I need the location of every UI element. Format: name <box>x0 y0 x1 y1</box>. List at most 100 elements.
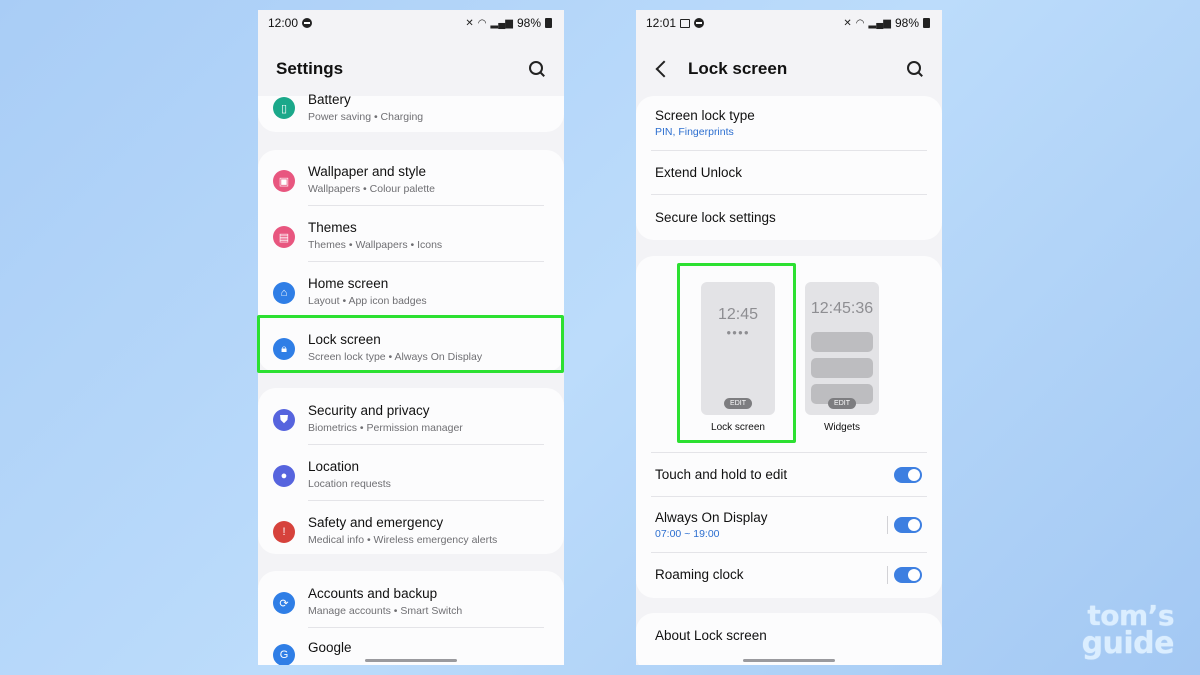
widgets-preview-label: Widgets <box>823 422 861 433</box>
status-time: 12:00 <box>268 16 299 30</box>
shield-icon: ⛊ <box>273 409 295 431</box>
roaming-clock-item[interactable]: Roaming clock <box>655 567 923 583</box>
toms-guide-logo: tom’s guide <box>1081 602 1175 661</box>
preview-clock: 12:45:36 <box>810 300 874 317</box>
item-subtitle: 07:00 ~ 19:00 <box>655 528 720 540</box>
always-on-display-toggle[interactable] <box>894 517 922 533</box>
divider <box>308 261 544 262</box>
wallpaper-icon: ▣ <box>273 170 295 192</box>
widget-placeholder <box>811 358 873 378</box>
divider <box>651 150 927 151</box>
divider <box>308 627 544 628</box>
battery-percent: 98% <box>516 16 541 30</box>
about-lock-screen-item[interactable]: About Lock screen <box>655 628 923 644</box>
item-title: Screen lock type <box>655 108 755 123</box>
item-title: About Lock screen <box>655 628 767 643</box>
divider <box>651 452 927 453</box>
search-icon[interactable] <box>528 60 546 78</box>
divider <box>308 500 544 501</box>
battery-status-icon <box>545 18 552 28</box>
item-title: Accounts and backup <box>308 586 438 601</box>
battery-percent: 98% <box>894 16 919 30</box>
secure-lock-settings-item[interactable]: Secure lock settings <box>655 210 923 226</box>
divider <box>308 205 544 206</box>
always-on-display-item[interactable]: Always On Display 07:00 ~ 19:00 <box>655 510 923 541</box>
settings-item-location[interactable]: ● Location Location requests <box>258 455 564 497</box>
settings-item-accounts[interactable]: ⟳ Accounts and backup Manage accounts • … <box>258 582 564 624</box>
divider <box>308 444 544 445</box>
item-title: Themes <box>308 220 357 235</box>
divider <box>651 552 927 553</box>
item-title: Always On Display <box>655 510 768 525</box>
status-bar: 12:00 ✕ ◠ ▂▄▆ 98% <box>258 10 564 36</box>
divider <box>651 194 927 195</box>
gallery-icon <box>680 18 691 28</box>
back-arrow-icon[interactable] <box>655 60 673 78</box>
touch-hold-toggle[interactable] <box>894 467 922 483</box>
app-bar: Settings <box>258 54 564 84</box>
highlight-lock-screen <box>257 315 564 373</box>
screen-lock-type-item[interactable]: Screen lock type PIN, Fingerprints <box>655 108 923 139</box>
item-title: Google <box>308 640 352 655</box>
signal-icon: ▂▄▆ <box>490 17 513 29</box>
item-title: Secure lock settings <box>655 210 776 225</box>
home-icon: ⌂ <box>273 282 295 304</box>
item-title: Touch and hold to edit <box>655 467 788 482</box>
divider <box>887 566 888 584</box>
item-subtitle: Wallpapers • Colour palette <box>308 183 436 195</box>
item-subtitle: Layout • App icon badges <box>308 295 427 307</box>
do-not-disturb-icon <box>694 18 705 28</box>
item-title: Roaming clock <box>655 567 744 582</box>
settings-item-battery[interactable]: ▯ Battery Power saving • Charging <box>258 92 564 128</box>
location-pin-icon: ● <box>273 465 295 487</box>
settings-item-wallpaper[interactable]: ▣ Wallpaper and style Wallpapers • Colou… <box>258 160 564 202</box>
extend-unlock-item[interactable]: Extend Unlock <box>655 165 923 181</box>
settings-item-themes[interactable]: ▤ Themes Themes • Wallpapers • Icons <box>258 216 564 258</box>
mute-icon: ✕ <box>843 17 852 29</box>
touch-hold-edit-item[interactable]: Touch and hold to edit <box>655 467 923 487</box>
page-title: Lock screen <box>688 59 788 78</box>
home-indicator <box>743 659 835 662</box>
item-subtitle: Power saving • Charging <box>308 111 424 123</box>
battery-icon: ▯ <box>273 97 295 119</box>
mute-icon: ✕ <box>465 17 474 29</box>
emergency-icon: ! <box>273 521 295 543</box>
status-time: 12:01 <box>646 16 677 30</box>
search-icon[interactable] <box>906 60 924 78</box>
highlight-lock-screen-preview <box>677 263 796 443</box>
wifi-icon: ◠ <box>855 17 865 29</box>
google-icon: G <box>273 644 295 665</box>
settings-item-security[interactable]: ⛊ Security and privacy Biometrics • Perm… <box>258 399 564 441</box>
themes-icon: ▤ <box>273 226 295 248</box>
item-title: Location <box>308 459 360 474</box>
wifi-icon: ◠ <box>477 17 487 29</box>
signal-icon: ▂▄▆ <box>868 17 891 29</box>
status-bar: 12:01 ✕ ◠ ▂▄▆ 98% <box>636 10 942 36</box>
item-subtitle: Location requests <box>308 478 391 490</box>
item-title: Extend Unlock <box>655 165 743 180</box>
sync-icon: ⟳ <box>273 592 295 614</box>
widgets-preview[interactable]: 12:45:36 EDIT <box>805 282 879 415</box>
do-not-disturb-icon <box>302 18 313 28</box>
item-title: Battery <box>308 92 351 107</box>
divider <box>887 516 888 534</box>
settings-item-home-screen[interactable]: ⌂ Home screen Layout • App icon badges <box>258 272 564 314</box>
page-title: Settings <box>276 59 344 78</box>
home-indicator <box>365 659 457 662</box>
roaming-clock-toggle[interactable] <box>894 567 922 583</box>
item-subtitle: PIN, Fingerprints <box>655 126 734 138</box>
item-title: Security and privacy <box>308 403 430 418</box>
item-title: Wallpaper and style <box>308 164 427 179</box>
item-subtitle: Biometrics • Permission manager <box>308 422 463 434</box>
edit-badge[interactable]: EDIT <box>828 398 856 409</box>
settings-item-safety[interactable]: ! Safety and emergency Medical info • Wi… <box>258 511 564 553</box>
divider <box>651 496 927 497</box>
app-bar: Lock screen <box>636 54 942 84</box>
item-title: Home screen <box>308 276 389 291</box>
item-title: Safety and emergency <box>308 515 444 530</box>
widget-placeholder <box>811 332 873 352</box>
item-subtitle: Themes • Wallpapers • Icons <box>308 239 443 251</box>
logo-line-2: guide <box>1081 626 1175 661</box>
item-subtitle: Medical info • Wireless emergency alerts <box>308 534 498 546</box>
battery-status-icon <box>923 18 930 28</box>
